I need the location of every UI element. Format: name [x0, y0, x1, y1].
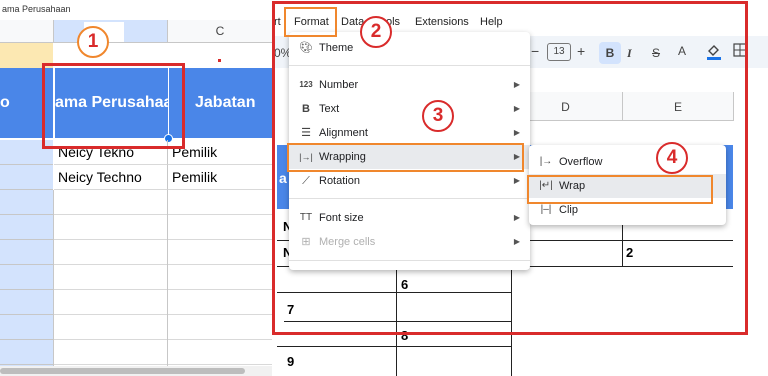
name-box-value: ama Perusahaan [2, 4, 71, 14]
orange-highlight-wrapping [287, 143, 524, 172]
step-two-badge: 2 [360, 16, 392, 48]
table-cell[interactable]: Pemilik [168, 165, 273, 190]
row-headers-empty[interactable] [0, 190, 53, 367]
red-highlight-header-cell [42, 63, 185, 149]
scrollbar-thumb[interactable] [0, 368, 245, 374]
red-dot [218, 59, 221, 62]
row-header[interactable] [0, 165, 53, 190]
name-box[interactable]: ama Perusahaan [0, 0, 272, 18]
orange-highlight-wrap [527, 175, 713, 204]
table-cell[interactable]: Neicy Techno [54, 165, 168, 190]
orange-highlight-format [284, 7, 337, 37]
column-header-c[interactable]: C [168, 20, 273, 43]
column-header-a[interactable] [0, 20, 54, 43]
step-four-badge: 4 [656, 142, 688, 174]
cell-nine: 9 [287, 354, 295, 369]
grid-line [53, 190, 54, 366]
cell-text: Pemilik [172, 169, 218, 185]
column-header-c-label: C [215, 24, 225, 38]
header-cell-a-text: o [0, 94, 10, 111]
grid-line [167, 190, 168, 366]
step-one-badge: 1 [77, 26, 109, 58]
empty-rows[interactable] [54, 190, 272, 366]
cell-text: Neicy Techno [58, 169, 142, 185]
step-three-badge: 3 [422, 100, 454, 132]
header-cell-c-text: Jabatan [195, 94, 256, 111]
grid-line [277, 346, 512, 347]
